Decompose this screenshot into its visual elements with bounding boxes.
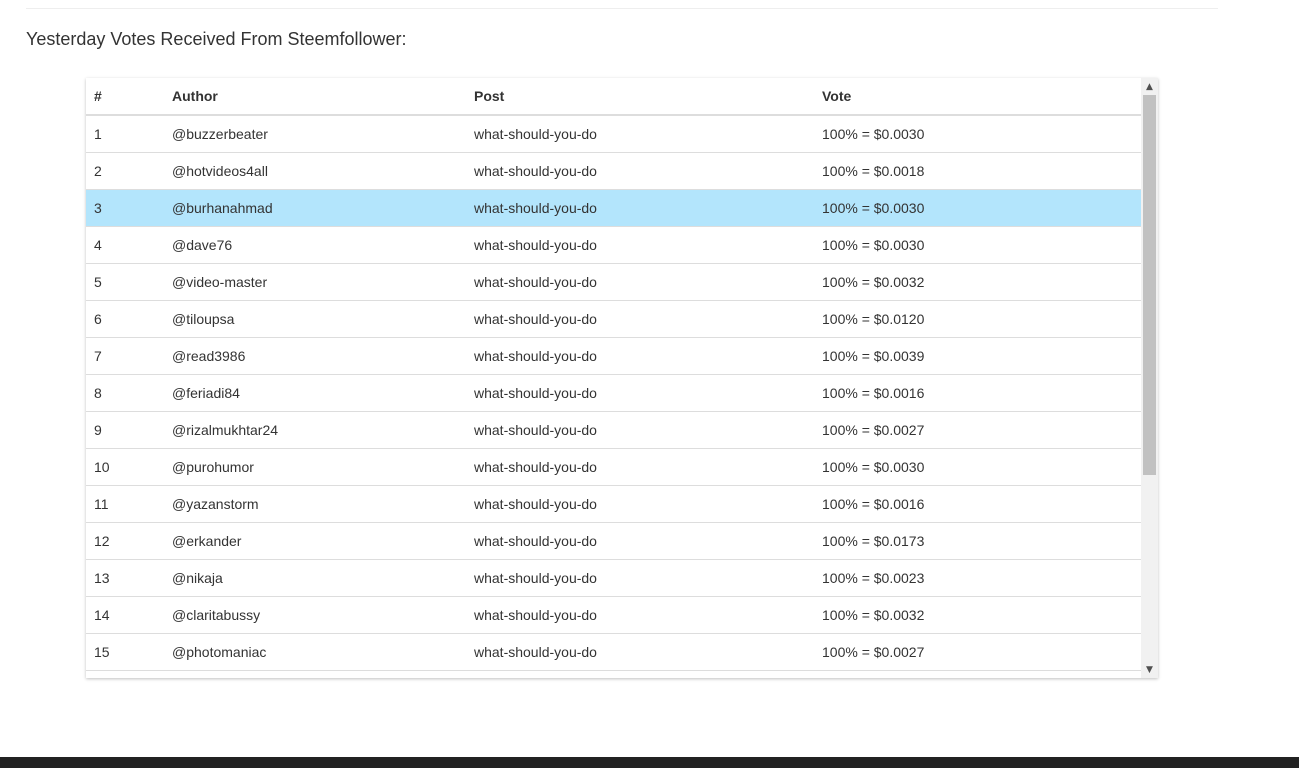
row-number: 14 [86,596,164,634]
table-row[interactable]: 7 @read3986 what-should-you-do 100% = $0… [86,337,1141,375]
table-row[interactable]: 10 @purohumor what-should-you-do 100% = … [86,448,1141,486]
top-divider [26,8,1218,9]
row-post: what-should-you-do [466,263,814,301]
row-number: 12 [86,522,164,560]
row-number: 2 [86,152,164,190]
table-row[interactable]: 5 @video-master what-should-you-do 100% … [86,263,1141,301]
table-row[interactable]: 11 @yazanstorm what-should-you-do 100% =… [86,485,1141,523]
row-author: @erkander [164,522,466,560]
row-author: @read3986 [164,337,466,375]
chevron-up-icon[interactable]: ▲ [1141,78,1158,95]
row-number: 8 [86,374,164,412]
table-row[interactable]: 8 @feriadi84 what-should-you-do 100% = $… [86,374,1141,412]
row-post: what-should-you-do [466,596,814,634]
table-row[interactable]: 6 @tiloupsa what-should-you-do 100% = $0… [86,300,1141,338]
row-author: @feriadi84 [164,374,466,412]
row-number: 5 [86,263,164,301]
row-vote: 100% = $0.0120 [814,300,1141,338]
row-author: @burhanahmad [164,189,466,227]
row-number: 10 [86,448,164,486]
row-number: 15 [86,633,164,671]
row-post: what-should-you-do [466,485,814,523]
row-post: what-should-you-do [466,226,814,264]
header-author: Author [164,78,466,116]
row-author: @nikaja [164,559,466,597]
table-row[interactable]: 2 @hotvideos4all what-should-you-do 100%… [86,152,1141,190]
table-scrollbar[interactable]: ▲ ▼ [1141,78,1158,678]
row-post: what-should-you-do [466,522,814,560]
table-row[interactable]: 9 @rizalmukhtar24 what-should-you-do 100… [86,411,1141,449]
row-vote: 100% = $0.0032 [814,263,1141,301]
row-vote: 100% = $0.0030 [814,189,1141,227]
row-author: @purohumor [164,448,466,486]
scrollbar-thumb[interactable] [1143,95,1156,475]
votes-table-container: # Author Post Vote 1 @buzzerbeater what-… [86,78,1158,678]
header-number: # [86,78,164,116]
row-author: @hotvideos4all [164,152,466,190]
row-number: 7 [86,337,164,375]
row-post: what-should-you-do [466,300,814,338]
header-post: Post [466,78,814,116]
row-vote: 100% = $0.0016 [814,374,1141,412]
header-vote: Vote [814,78,1141,116]
row-number: 1 [86,115,164,153]
row-author: @claritabussy [164,596,466,634]
row-post: what-should-you-do [466,559,814,597]
table-header-row: # Author Post Vote [86,78,1141,116]
votes-table-viewport: # Author Post Vote 1 @buzzerbeater what-… [86,78,1141,678]
table-row[interactable]: 14 @claritabussy what-should-you-do 100%… [86,596,1141,634]
row-vote: 100% = $0.0023 [814,559,1141,597]
row-post: what-should-you-do [466,374,814,412]
row-post: what-should-you-do [466,189,814,227]
row-vote: 100% = $0.0027 [814,633,1141,671]
row-post: what-should-you-do [466,448,814,486]
row-number: 9 [86,411,164,449]
row-number: 6 [86,300,164,338]
row-author: @yazanstorm [164,485,466,523]
row-vote: 100% = $0.0032 [814,596,1141,634]
row-author: @rizalmukhtar24 [164,411,466,449]
page-footer [0,757,1299,768]
row-author: @tiloupsa [164,300,466,338]
row-vote: 100% = $0.0173 [814,522,1141,560]
row-number: 3 [86,189,164,227]
row-post: what-should-you-do [466,633,814,671]
row-vote: 100% = $0.0030 [814,448,1141,486]
row-number: 13 [86,559,164,597]
row-number: 11 [86,485,164,523]
votes-table: # Author Post Vote 1 @buzzerbeater what-… [86,78,1141,671]
row-vote: 100% = $0.0016 [814,485,1141,523]
table-row[interactable]: 4 @dave76 what-should-you-do 100% = $0.0… [86,226,1141,264]
row-author: @dave76 [164,226,466,264]
table-row[interactable]: 3 @burhanahmad what-should-you-do 100% =… [86,189,1141,227]
table-row[interactable]: 12 @erkander what-should-you-do 100% = $… [86,522,1141,560]
table-row[interactable]: 15 @photomaniac what-should-you-do 100% … [86,633,1141,671]
chevron-down-icon[interactable]: ▼ [1141,661,1158,678]
table-row[interactable]: 1 @buzzerbeater what-should-you-do 100% … [86,115,1141,153]
row-post: what-should-you-do [466,337,814,375]
row-post: what-should-you-do [466,115,814,153]
table-row[interactable]: 13 @nikaja what-should-you-do 100% = $0.… [86,559,1141,597]
row-vote: 100% = $0.0039 [814,337,1141,375]
row-vote: 100% = $0.0030 [814,226,1141,264]
row-number: 4 [86,226,164,264]
row-post: what-should-you-do [466,152,814,190]
row-vote: 100% = $0.0027 [814,411,1141,449]
row-vote: 100% = $0.0018 [814,152,1141,190]
section-title: Yesterday Votes Received From Steemfollo… [26,29,407,49]
row-author: @video-master [164,263,466,301]
row-author: @photomaniac [164,633,466,671]
row-author: @buzzerbeater [164,115,466,153]
row-vote: 100% = $0.0030 [814,115,1141,153]
row-post: what-should-you-do [466,411,814,449]
